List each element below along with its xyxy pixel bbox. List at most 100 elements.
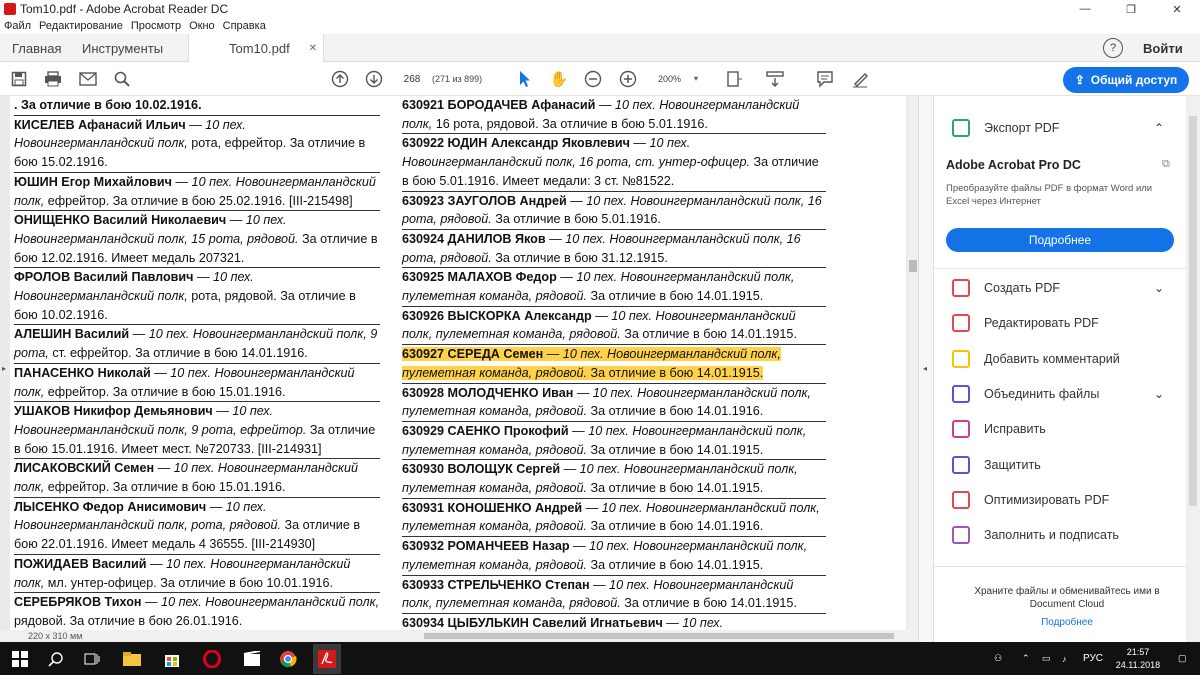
panel-splitter[interactable]: ◂ xyxy=(918,96,934,642)
highlighted-entry[interactable]: 630927 СЕРЕДА Семен — 10 пех. Новоингерм… xyxy=(402,347,781,380)
media-icon[interactable] xyxy=(242,649,262,669)
prev-page-icon[interactable] xyxy=(330,69,350,89)
network-icon[interactable]: ▭ xyxy=(1042,642,1051,675)
chevron-down-icon[interactable]: ⌄ xyxy=(1154,281,1164,295)
opera-icon[interactable] xyxy=(202,649,222,669)
collapse-panel-icon[interactable]: ◂ xyxy=(923,364,927,373)
fill-sign-icon xyxy=(952,526,970,545)
entry-detail: ефрейтор. За отличие в бою 15.01.1916. xyxy=(44,480,286,495)
entry-detail: мл. унтер-офицер. За отличие в бою 10.01… xyxy=(44,575,333,590)
maximize-button[interactable]: ❐ xyxy=(1108,0,1154,18)
close-tab-icon[interactable]: ✕ xyxy=(309,43,317,54)
scroll-thumb[interactable] xyxy=(909,260,917,272)
entry-detail: За отличие в бою 14.01.1915. xyxy=(620,327,797,342)
entry-name: ФРОЛОВ Василий Павлович xyxy=(14,270,194,285)
menu-view[interactable]: Просмотр xyxy=(131,20,181,32)
chevron-down-icon[interactable]: ▾ xyxy=(694,74,698,83)
tool-item[interactable]: Защитить xyxy=(934,450,1186,480)
scroll-mode-icon[interactable] xyxy=(765,69,785,89)
tool-item[interactable]: Редактировать PDF xyxy=(934,308,1186,338)
acrobat-taskbar-icon[interactable] xyxy=(313,644,341,674)
windows-start-icon[interactable] xyxy=(10,649,30,669)
tool-item[interactable]: Исправить xyxy=(934,414,1186,444)
search-taskbar-icon[interactable] xyxy=(46,649,66,669)
print-icon[interactable] xyxy=(43,69,63,89)
document-view[interactable]: . За отличие в бою 10.02.1916. КИСЕЛЕВ Аф… xyxy=(0,96,918,642)
chrome-icon[interactable] xyxy=(278,649,298,669)
left-entry: ЮШИН Егор Михайлович — 10 пех. Новоингер… xyxy=(14,173,380,212)
fit-page-icon[interactable] xyxy=(724,69,744,89)
people-icon[interactable]: ⚇ xyxy=(994,642,1002,675)
file-explorer-icon[interactable] xyxy=(122,649,142,669)
menu-help[interactable]: Справка xyxy=(223,20,266,32)
search-icon[interactable] xyxy=(112,69,132,89)
language-indicator[interactable]: РУС xyxy=(1083,642,1103,675)
entry-detail: За отличие в бою 14.01.1916. xyxy=(587,519,764,534)
right-entry: 630932 РОМАНЧЕЕВ Назар — 10 пех. Новоинг… xyxy=(402,537,826,576)
page-number-input[interactable]: 268 xyxy=(398,70,426,88)
left-entry: ЛЫСЕНКО Федор Анисимович — 10 пех. Новои… xyxy=(14,498,380,555)
comment-icon xyxy=(952,349,970,368)
promo-description: Преобразуйте файлы PDF в формат Word или… xyxy=(946,183,1153,207)
clock[interactable]: 21:57 24.11.2018 xyxy=(1108,642,1168,675)
entry-name: ОНИЩЕНКО Василий Николаевич xyxy=(14,213,227,228)
left-entry: АЛЕШИН Василий — 10 пех. Новоингерманлан… xyxy=(14,325,380,364)
collapse-left-icon[interactable]: ▸ xyxy=(2,364,6,373)
cloud-learn-more-link[interactable]: Подробнее xyxy=(954,617,1180,628)
entry-name: МАЛАХОВ Федор xyxy=(447,270,557,285)
copy-icon: ⧉ xyxy=(1162,158,1170,170)
learn-more-button[interactable]: Подробнее xyxy=(946,228,1174,252)
menu-window[interactable]: Окно xyxy=(189,20,215,32)
vertical-scrollbar[interactable] xyxy=(908,96,918,630)
task-view-icon[interactable] xyxy=(82,649,102,669)
save-icon[interactable] xyxy=(9,69,29,89)
highlight-pen-icon[interactable] xyxy=(850,69,870,89)
tool-item[interactable]: Создать PDF ⌄ xyxy=(934,273,1186,303)
entry-detail: За отличие в бою 14.01.1915. xyxy=(587,481,764,496)
tab-home[interactable]: Главная xyxy=(12,34,61,62)
tool-item[interactable]: Объединить файлы ⌄ xyxy=(934,379,1186,409)
tab-document[interactable]: Tom10.pdf ✕ xyxy=(188,34,324,63)
scroll-thumb-horizontal[interactable] xyxy=(424,633,894,639)
comment-icon[interactable] xyxy=(815,69,835,89)
menu-file[interactable]: Файл xyxy=(4,20,31,32)
volume-icon[interactable]: ♪ xyxy=(1062,642,1067,675)
entry-number: 630921 xyxy=(402,98,445,112)
chevron-down-icon[interactable]: ⌄ xyxy=(1154,387,1164,401)
minimize-button[interactable]: — xyxy=(1062,0,1108,18)
chevron-up-icon[interactable]: ⌃ xyxy=(1154,121,1164,135)
tool-item[interactable]: Оптимизировать PDF xyxy=(934,485,1186,515)
pdf-page: . За отличие в бою 10.02.1916. КИСЕЛЕВ Аф… xyxy=(10,96,906,642)
share-button[interactable]: ⇪ Общий доступ xyxy=(1063,67,1189,93)
right-entry: 630925 МАЛАХОВ Федор — 10 пех. Новоингер… xyxy=(402,268,826,307)
tab-tools[interactable]: Инструменты xyxy=(82,34,163,62)
sign-in-link[interactable]: Войти xyxy=(1143,34,1183,62)
horizontal-scrollbar[interactable] xyxy=(0,630,918,642)
close-button[interactable]: ✕ xyxy=(1154,0,1200,18)
store-icon[interactable] xyxy=(162,649,182,669)
share-button-label: Общий доступ xyxy=(1090,73,1178,87)
hand-tool-icon[interactable]: ✋ xyxy=(549,69,569,89)
left-entry: ПОЖИДАЕВ Василий — 10 пех. Новоингерманл… xyxy=(14,555,380,594)
left-entry: . За отличие в бою 10.02.1916. xyxy=(14,96,380,116)
export-pdf-item[interactable]: Экспорт PDF ⌃ xyxy=(934,113,1186,143)
notifications-icon[interactable]: ▢ xyxy=(1178,642,1187,675)
next-page-icon[interactable] xyxy=(364,69,384,89)
chevron-up-tray-icon[interactable]: ⌃ xyxy=(1022,642,1030,675)
panel-scrollbar[interactable] xyxy=(1186,96,1200,642)
entry-number: 630934 xyxy=(402,615,445,630)
entry-name: ЮШИН Егор Михайлович xyxy=(14,174,172,189)
select-cursor-icon[interactable] xyxy=(515,69,535,89)
panel-scroll-thumb[interactable] xyxy=(1189,116,1197,506)
help-icon[interactable]: ? xyxy=(1103,38,1123,58)
tool-item[interactable]: Заполнить и подписать xyxy=(934,520,1186,550)
email-icon[interactable] xyxy=(78,69,98,89)
tool-item[interactable]: Добавить комментарий xyxy=(934,344,1186,374)
entry-detail: ст. ефрейтор. За отличие в бою 14.01.191… xyxy=(48,346,308,361)
left-entry: ЛИСАКОВСКИЙ Семен — 10 пех. Новоингерман… xyxy=(14,459,380,498)
zoom-out-icon[interactable] xyxy=(583,69,603,89)
menu-edit[interactable]: Редактирование xyxy=(39,20,123,32)
toolbar: 268 (271 из 899) ✋ 200% ▾ ⇪ Общий доступ xyxy=(0,62,1200,96)
zoom-in-icon[interactable] xyxy=(618,69,638,89)
zoom-level-dropdown[interactable]: 200% xyxy=(658,74,681,84)
